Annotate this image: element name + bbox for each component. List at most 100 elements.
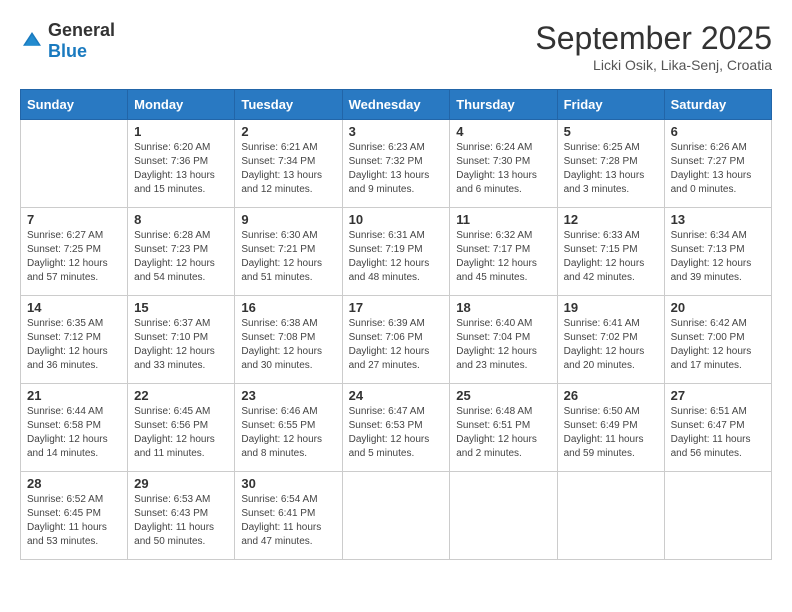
day-number: 25 <box>456 388 550 403</box>
day-number: 13 <box>671 212 765 227</box>
cell-info: Sunrise: 6:31 AMSunset: 7:19 PMDaylight:… <box>349 229 444 285</box>
day-number: 21 <box>27 388 121 403</box>
calendar-cell: 5Sunrise: 6:25 AMSunset: 7:28 PMDaylight… <box>557 120 664 208</box>
cell-info: Sunrise: 6:53 AMSunset: 6:43 PMDaylight:… <box>134 493 228 549</box>
cell-info: Sunrise: 6:35 AMSunset: 7:12 PMDaylight:… <box>27 317 121 373</box>
calendar-cell: 25 Sunrise: 6:48 AMSunset: 6:51 PMDayligh… <box>450 384 557 472</box>
day-number: 14 <box>27 300 121 315</box>
day-number: 20 <box>671 300 765 315</box>
cell-info: Sunrise: 6:47 AMSunset: 6:53 PMDaylight:… <box>349 405 444 461</box>
calendar-cell: 10Sunrise: 6:31 AMSunset: 7:19 PMDayligh… <box>342 208 450 296</box>
day-number: 1 <box>134 124 228 139</box>
cell-info: Sunrise: 6:51 AMSunset: 6:47 PMDaylight:… <box>671 405 765 461</box>
calendar-cell: 30 Sunrise: 6:54 AMSunset: 6:41 PMDayligh… <box>235 472 342 560</box>
cell-info: Sunrise: 6:48 AMSunset: 6:51 PMDaylight:… <box>456 405 550 461</box>
cell-info: Sunrise: 6:38 AMSunset: 7:08 PMDaylight:… <box>241 317 335 373</box>
cell-info: Sunrise: 6:54 AMSunset: 6:41 PMDaylight:… <box>241 493 335 549</box>
day-number: 15 <box>134 300 228 315</box>
day-number: 29 <box>134 476 228 491</box>
calendar-cell: 19 Sunrise: 6:41 AMSunset: 7:02 PMDayligh… <box>557 296 664 384</box>
day-number: 8 <box>134 212 228 227</box>
day-number: 24 <box>349 388 444 403</box>
calendar-cell: 22 Sunrise: 6:45 AMSunset: 6:56 PMDayligh… <box>128 384 235 472</box>
day-number: 5 <box>564 124 658 139</box>
calendar-cell: 4 Sunrise: 6:24 AMSunset: 7:30 PMDaylight… <box>450 120 557 208</box>
calendar-cell <box>450 472 557 560</box>
calendar-cell <box>557 472 664 560</box>
logo: General Blue <box>20 20 115 62</box>
cell-info: Sunrise: 6:21 AMSunset: 7:34 PMDaylight:… <box>241 141 335 197</box>
logo-text-blue: Blue <box>48 41 87 61</box>
cell-info: Sunrise: 6:28 AMSunset: 7:23 PMDaylight:… <box>134 229 228 285</box>
day-number: 27 <box>671 388 765 403</box>
cell-info: Sunrise: 6:24 AMSunset: 7:30 PMDaylight:… <box>456 141 550 197</box>
calendar-cell: 18Sunrise: 6:40 AMSunset: 7:04 PMDayligh… <box>450 296 557 384</box>
weekday-header: Sunday <box>21 90 128 120</box>
cell-info: Sunrise: 6:34 AMSunset: 7:13 PMDaylight:… <box>671 229 765 285</box>
calendar-cell: 20 Sunrise: 6:42 AMSunset: 7:00 PMDayligh… <box>664 296 771 384</box>
month-title: September 2025 <box>535 20 772 57</box>
calendar-cell: 23 Sunrise: 6:46 AMSunset: 6:55 PMDayligh… <box>235 384 342 472</box>
calendar-cell: 21Sunrise: 6:44 AMSunset: 6:58 PMDayligh… <box>21 384 128 472</box>
cell-info: Sunrise: 6:32 AMSunset: 7:17 PMDaylight:… <box>456 229 550 285</box>
calendar-cell: 26Sunrise: 6:50 AMSunset: 6:49 PMDayligh… <box>557 384 664 472</box>
cell-info: Sunrise: 6:39 AMSunset: 7:06 PMDaylight:… <box>349 317 444 373</box>
day-number: 28 <box>27 476 121 491</box>
day-number: 7 <box>27 212 121 227</box>
calendar-cell: 17 Sunrise: 6:39 AMSunset: 7:06 PMDayligh… <box>342 296 450 384</box>
calendar-cell: 7 Sunrise: 6:27 AMSunset: 7:25 PMDaylight… <box>21 208 128 296</box>
calendar-week-row: 28Sunrise: 6:52 AMSunset: 6:45 PMDayligh… <box>21 472 772 560</box>
calendar-week-row: 14 Sunrise: 6:35 AMSunset: 7:12 PMDayligh… <box>21 296 772 384</box>
logo-icon <box>20 29 44 53</box>
location: Licki Osik, Lika-Senj, Croatia <box>535 57 772 73</box>
weekday-header: Monday <box>128 90 235 120</box>
calendar-table: SundayMondayTuesdayWednesdayThursdayFrid… <box>20 89 772 560</box>
day-number: 9 <box>241 212 335 227</box>
day-number: 12 <box>564 212 658 227</box>
day-number: 26 <box>564 388 658 403</box>
day-number: 2 <box>241 124 335 139</box>
weekday-header: Tuesday <box>235 90 342 120</box>
calendar-cell: 24 Sunrise: 6:47 AMSunset: 6:53 PMDayligh… <box>342 384 450 472</box>
calendar-cell: 29 Sunrise: 6:53 AMSunset: 6:43 PMDayligh… <box>128 472 235 560</box>
day-number: 11 <box>456 212 550 227</box>
day-number: 19 <box>564 300 658 315</box>
day-number: 22 <box>134 388 228 403</box>
calendar-cell <box>342 472 450 560</box>
calendar-cell: 12 Sunrise: 6:33 AMSunset: 7:15 PMDayligh… <box>557 208 664 296</box>
weekday-header: Saturday <box>664 90 771 120</box>
calendar-cell: 13 Sunrise: 6:34 AMSunset: 7:13 PMDayligh… <box>664 208 771 296</box>
weekday-header-row: SundayMondayTuesdayWednesdayThursdayFrid… <box>21 90 772 120</box>
calendar-cell: 6 Sunrise: 6:26 AMSunset: 7:27 PMDaylight… <box>664 120 771 208</box>
cell-info: Sunrise: 6:37 AMSunset: 7:10 PMDaylight:… <box>134 317 228 373</box>
logo-text-general: General <box>48 20 115 40</box>
calendar-week-row: 21Sunrise: 6:44 AMSunset: 6:58 PMDayligh… <box>21 384 772 472</box>
day-number: 6 <box>671 124 765 139</box>
calendar-cell: 8 Sunrise: 6:28 AMSunset: 7:23 PMDaylight… <box>128 208 235 296</box>
cell-info: Sunrise: 6:45 AMSunset: 6:56 PMDaylight:… <box>134 405 228 461</box>
calendar-cell: 14 Sunrise: 6:35 AMSunset: 7:12 PMDayligh… <box>21 296 128 384</box>
calendar-cell <box>21 120 128 208</box>
day-number: 23 <box>241 388 335 403</box>
weekday-header: Wednesday <box>342 90 450 120</box>
day-number: 30 <box>241 476 335 491</box>
calendar-cell: 11 Sunrise: 6:32 AMSunset: 7:17 PMDayligh… <box>450 208 557 296</box>
calendar-cell: 1 Sunrise: 6:20 AMSunset: 7:36 PMDaylight… <box>128 120 235 208</box>
day-number: 4 <box>456 124 550 139</box>
cell-info: Sunrise: 6:20 AMSunset: 7:36 PMDaylight:… <box>134 141 228 197</box>
calendar-cell <box>664 472 771 560</box>
day-number: 16 <box>241 300 335 315</box>
weekday-header: Thursday <box>450 90 557 120</box>
cell-info: Sunrise: 6:27 AMSunset: 7:25 PMDaylight:… <box>27 229 121 285</box>
cell-info: Sunrise: 6:42 AMSunset: 7:00 PMDaylight:… <box>671 317 765 373</box>
cell-info: Sunrise: 6:33 AMSunset: 7:15 PMDaylight:… <box>564 229 658 285</box>
cell-info: Sunrise: 6:41 AMSunset: 7:02 PMDaylight:… <box>564 317 658 373</box>
cell-info: Sunrise: 6:46 AMSunset: 6:55 PMDaylight:… <box>241 405 335 461</box>
calendar-cell: 3Sunrise: 6:23 AMSunset: 7:32 PMDaylight… <box>342 120 450 208</box>
day-number: 18 <box>456 300 550 315</box>
day-number: 17 <box>349 300 444 315</box>
cell-info: Sunrise: 6:30 AMSunset: 7:21 PMDaylight:… <box>241 229 335 285</box>
title-block: September 2025 Licki Osik, Lika-Senj, Cr… <box>535 20 772 73</box>
weekday-header: Friday <box>557 90 664 120</box>
cell-info: Sunrise: 6:26 AMSunset: 7:27 PMDaylight:… <box>671 141 765 197</box>
